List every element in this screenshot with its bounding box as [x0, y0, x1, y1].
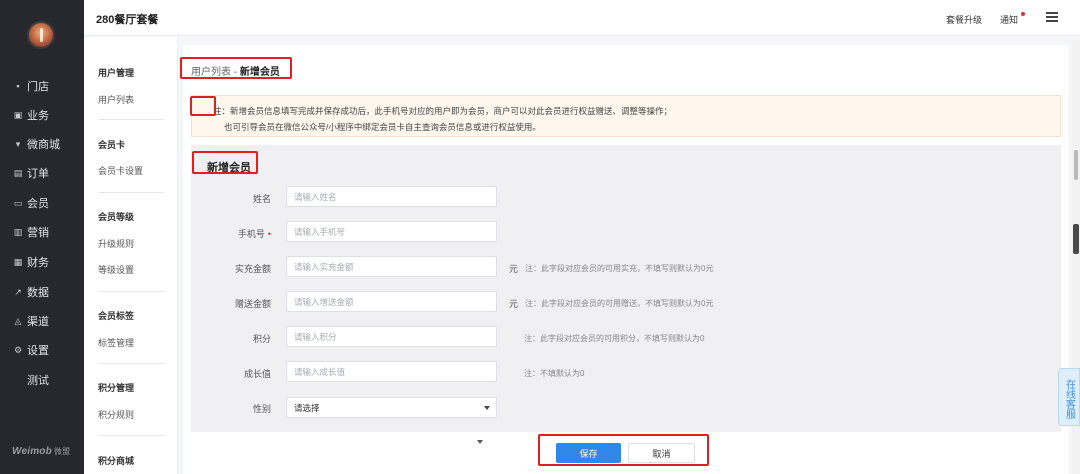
sidebar-item-business[interactable]: ▣ 业务	[0, 105, 84, 125]
breadcrumb-highlight	[180, 57, 292, 79]
add-member-form: 新增会员 姓名 手机号• 实充金额 元 注：此字段对应会员的可用实充，不填写则默…	[191, 145, 1061, 432]
points-note: 注：此字段对应会员的可用积分，不填写则默认为0	[524, 334, 705, 343]
sidebar-item-label: 业务	[27, 110, 49, 122]
sidebar-item-members[interactable]: ▭ 会员	[0, 193, 84, 213]
subnav-link-user-list[interactable]: 用户列表	[98, 93, 134, 106]
actions-highlight	[538, 434, 709, 466]
gender-select[interactable]: 请选择	[286, 397, 497, 418]
growth-label: 成长值	[243, 369, 271, 379]
sidebar-item-label: 微商城	[27, 139, 60, 151]
sidebar-item-finance[interactable]: ▦ 财务	[0, 252, 84, 272]
online-support-tab[interactable]: 在线客服	[1058, 368, 1080, 426]
recharge-amount-input[interactable]	[286, 256, 497, 277]
channel-icon: ◬	[14, 315, 22, 326]
notice-highlight	[190, 96, 216, 116]
form-title-highlight	[192, 151, 258, 174]
subnav-divider	[98, 363, 164, 364]
order-icon: ▤	[13, 167, 23, 178]
subnav-link-level-settings[interactable]: 等级设置	[98, 263, 134, 276]
sidebar-item-store[interactable]: ▪ 门店	[0, 76, 84, 96]
finance-icon: ▦	[13, 256, 23, 267]
top-bar: 280餐厅套餐	[84, 0, 1080, 36]
sidebar-item-orders[interactable]: ▤ 订单	[0, 163, 84, 183]
subnav-group-level: 会员等级	[98, 212, 135, 222]
points-input[interactable]	[286, 326, 497, 347]
hamburger-menu-icon[interactable]	[1046, 12, 1058, 22]
subnav-divider	[98, 291, 164, 292]
store-icon: ▪	[16, 81, 20, 91]
phone-input[interactable]	[286, 221, 497, 242]
notice-box: 注：新增会员信息填写完成并保存成功后，此手机号对应的用户即为会员，商户可以对此会…	[191, 95, 1061, 137]
gift-note: 注：此字段对应会员的可用赠送，不填写则默认为0元	[525, 299, 714, 308]
notice-line-1: 注：新增会员信息填写完成并保存成功后，此手机号对应的用户即为会员，商户可以对此会…	[213, 106, 673, 116]
sidebar-item-label: 会员	[27, 198, 49, 210]
gender-select-value: 请选择	[294, 402, 320, 413]
sidebar-item-test[interactable]: 测试	[0, 370, 84, 390]
gift-label: 赠送金额	[234, 299, 271, 309]
sidebar-item-label: 门店	[27, 81, 49, 93]
main-sidebar: ▪ 门店 ▣ 业务 ▾ 微商城 ▤ 订单 ▭ 会员 ▥ 营销 ▦ 财务 ↗ 数据 ◬ 渠道 ⚙ 设置…	[0, 0, 84, 474]
brand-name-cn: 微盟	[53, 447, 71, 456]
sidebar-item-data[interactable]: ↗ 数据	[0, 282, 84, 302]
subnav-link-upgrade-rules[interactable]: 升级规则	[98, 237, 134, 250]
sidebar-item-channels[interactable]: ◬ 渠道	[0, 311, 84, 331]
sidebar-item-label: 财务	[27, 257, 49, 269]
chevron-down-icon	[477, 440, 483, 444]
notify-link[interactable]: 通知	[1000, 13, 1018, 26]
subnav-divider	[98, 435, 164, 436]
subnav-group-points: 积分管理	[98, 383, 135, 393]
recharge-unit: 元	[509, 264, 519, 274]
sidebar-item-label: 测试	[27, 375, 49, 387]
app-title: 280餐厅套餐	[96, 14, 159, 26]
shop-icon: ▾	[15, 138, 21, 149]
name-input[interactable]	[286, 186, 497, 207]
phone-label: 手机号 •	[201, 227, 271, 240]
sidebar-item-label: 设置	[27, 345, 49, 357]
subnav-group-points-mall[interactable]: 积分商城	[98, 454, 134, 467]
subnav-link-tag-management[interactable]: 标签管理	[98, 336, 134, 349]
points-label: 积分	[252, 334, 271, 344]
growth-note: 注：不填默认为0	[524, 369, 585, 378]
upgrade-link[interactable]: 套餐升级	[946, 13, 982, 26]
subnav-group-user: 用户管理	[98, 68, 135, 78]
subnav-group-card: 会员卡	[98, 140, 126, 150]
chevron-down-icon	[484, 406, 490, 410]
subnav-divider	[98, 192, 164, 193]
brand-name: Weimob	[12, 446, 52, 457]
subnav-link-points-rules[interactable]: 积分规则	[98, 408, 134, 421]
recharge-note: 注：此字段对应会员的可用实充，不填写则默认为0元	[525, 264, 714, 273]
avatar[interactable]	[27, 21, 55, 49]
subnav-group-tags: 会员标签	[98, 311, 135, 321]
required-mark: •	[267, 229, 271, 239]
briefcase-icon: ▣	[13, 109, 23, 120]
name-label: 姓名	[252, 194, 271, 204]
sidebar-item-settings[interactable]: ⚙ 设置	[0, 340, 84, 360]
main-content: 用户列表 - 新增会员 注：新增会员信息填写完成并保存成功后，此手机号对应的用户…	[180, 45, 1068, 474]
bar-chart-icon: ▥	[13, 226, 23, 237]
member-subnav: 用户管理 用户列表 会员卡 会员卡设置 会员等级 升级规则 等级设置 会员标签 …	[84, 37, 178, 474]
sidebar-item-label: 营销	[27, 227, 49, 239]
scrollbar-thumb[interactable]	[1074, 150, 1078, 180]
notification-dot-icon	[1021, 12, 1025, 16]
sidebar-item-label: 数据	[27, 287, 49, 299]
brand-logo: Weimob 微盟	[12, 446, 70, 457]
line-chart-icon: ↗	[14, 286, 22, 297]
gift-amount-input[interactable]	[286, 291, 497, 312]
recharge-label: 实充金额	[234, 264, 271, 274]
gender-label: 性别	[252, 404, 271, 414]
gear-icon: ⚙	[13, 344, 23, 355]
sidebar-item-marketing[interactable]: ▥ 营销	[0, 222, 84, 242]
sidebar-item-label: 订单	[27, 168, 49, 180]
notice-line-2: 也可引导会员在微信公众号/小程序中绑定会员卡自主查询会员信息或进行权益使用。	[224, 122, 541, 132]
growth-value-input[interactable]	[286, 361, 497, 382]
sidebar-item-mall[interactable]: ▾ 微商城	[0, 134, 84, 154]
subnav-link-card-settings[interactable]: 会员卡设置	[98, 164, 143, 177]
subnav-divider	[98, 119, 164, 120]
gift-unit: 元	[509, 299, 519, 309]
sidebar-item-label: 渠道	[27, 316, 49, 328]
phone-label-text: 手机号	[237, 229, 265, 239]
member-card-icon: ▭	[13, 197, 23, 208]
scrollbar-marker	[1073, 224, 1079, 254]
